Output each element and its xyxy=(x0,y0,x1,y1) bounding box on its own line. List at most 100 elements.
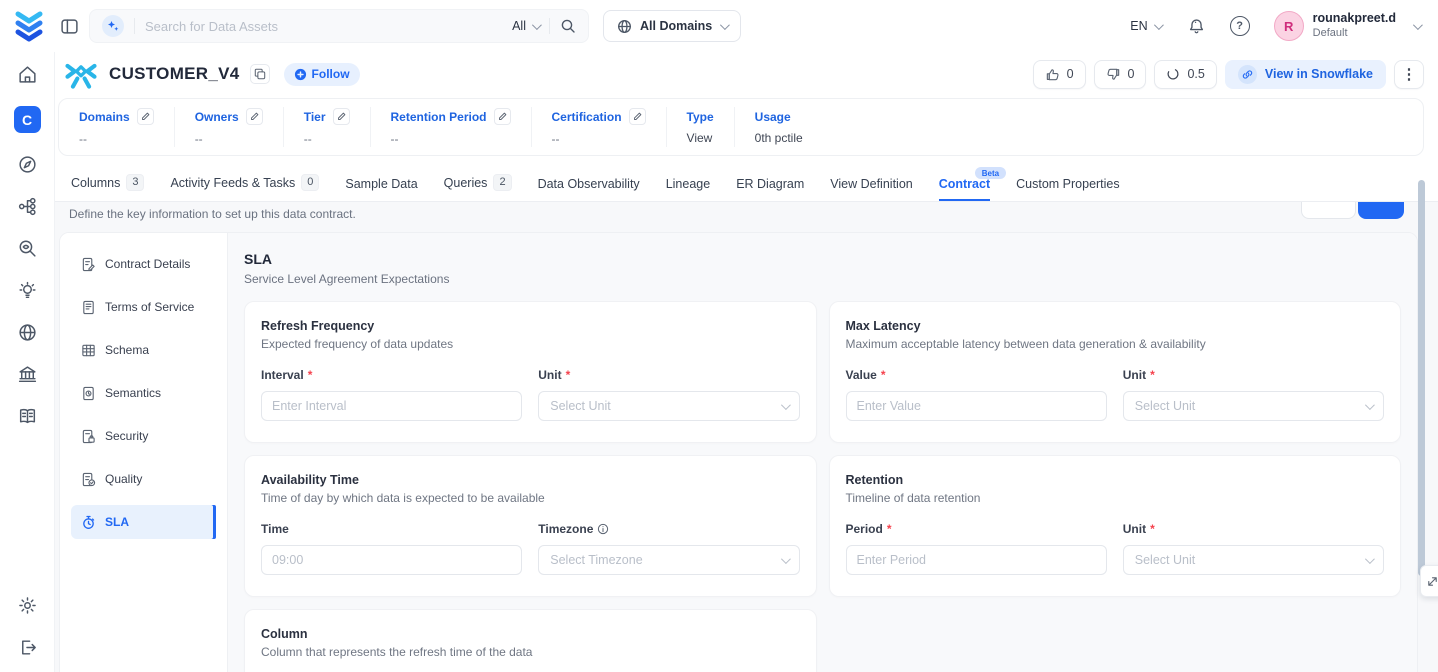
govern-bank-icon[interactable] xyxy=(17,364,38,385)
observability-search-icon[interactable] xyxy=(17,238,38,259)
contract-tab-content: Define the key information to set up thi… xyxy=(55,202,1438,672)
meta-owners: Owners -- xyxy=(175,107,284,147)
menu-schema[interactable]: Schema xyxy=(71,333,216,367)
tab-activity-feeds[interactable]: Activity Feeds & Tasks0 xyxy=(170,174,319,201)
edit-pencil-icon[interactable] xyxy=(246,108,263,125)
latency-unit-select[interactable]: Select Unit xyxy=(1123,391,1384,421)
edit-pencil-icon[interactable] xyxy=(494,108,511,125)
chevron-down-icon xyxy=(780,554,790,564)
view-in-snowflake-button[interactable]: View in Snowflake xyxy=(1225,60,1386,89)
card-availability-time: Availability Time Time of day by which d… xyxy=(244,455,817,597)
latency-value-input[interactable] xyxy=(846,391,1107,421)
availability-time-input[interactable] xyxy=(261,545,522,575)
semantics-icon xyxy=(81,386,96,401)
kebab-menu-icon[interactable]: ⋮ xyxy=(1394,60,1424,89)
upvote-button[interactable]: 0 xyxy=(1033,60,1086,89)
chevron-down-icon xyxy=(532,20,542,30)
tab-custom-properties[interactable]: Custom Properties xyxy=(1016,177,1120,201)
tab-queries[interactable]: Queries2 xyxy=(444,174,512,201)
card-column: Column Column that represents the refres… xyxy=(244,609,817,672)
meta-retention-period: Retention Period -- xyxy=(371,107,532,147)
search-input[interactable]: Search for Data Assets xyxy=(145,19,512,34)
snowflake-icon xyxy=(63,56,99,92)
chevron-down-icon xyxy=(1365,400,1375,410)
menu-security[interactable]: Security xyxy=(71,419,216,453)
tab-columns[interactable]: Columns3 xyxy=(71,174,144,201)
card-refresh-frequency: Refresh Frequency Expected frequency of … xyxy=(244,301,817,443)
meta-domains: Domains -- xyxy=(59,107,175,147)
edit-pencil-icon[interactable] xyxy=(333,108,350,125)
menu-sla[interactable]: SLA xyxy=(71,505,216,539)
meta-usage: Usage 0th pctile xyxy=(735,107,823,147)
tab-contract[interactable]: ContractBeta xyxy=(939,177,990,201)
interval-input[interactable] xyxy=(261,391,522,421)
user-profile-menu[interactable]: R rounakpreet.d Default xyxy=(1274,11,1420,41)
entity-metadata-card: Domains -- Owners -- Tier -- Retention P… xyxy=(58,98,1424,156)
lineage-hierarchy-icon[interactable] xyxy=(17,196,38,217)
chevron-down-icon xyxy=(1413,20,1423,30)
score-badge[interactable]: 0.5 xyxy=(1154,60,1216,89)
domains-globe-icon[interactable] xyxy=(17,322,38,343)
meta-certification: Certification -- xyxy=(532,107,667,147)
contract-description: Define the key information to set up thi… xyxy=(55,202,1438,226)
sidebar-toggle-icon[interactable] xyxy=(60,17,79,36)
entity-tabs: Columns3 Activity Feeds & Tasks0 Sample … xyxy=(55,166,1438,202)
insights-bulb-icon[interactable] xyxy=(17,280,38,301)
retention-period-input[interactable] xyxy=(846,545,1107,575)
thumbs-down-icon xyxy=(1106,67,1121,82)
follow-plus-icon xyxy=(294,68,307,81)
tab-sample-data[interactable]: Sample Data xyxy=(345,177,417,201)
tab-view-definition[interactable]: View Definition xyxy=(830,177,912,201)
sla-section: SLA Service Level Agreement Expectations… xyxy=(228,233,1417,672)
notifications-bell-icon[interactable] xyxy=(1187,17,1206,36)
explore-compass-icon[interactable] xyxy=(17,154,38,175)
user-name: rounakpreet.d xyxy=(1313,11,1396,27)
glossary-book-icon[interactable] xyxy=(17,406,38,427)
secondary-action-button[interactable] xyxy=(1301,202,1356,219)
logout-icon[interactable] xyxy=(17,637,38,658)
tab-data-observability[interactable]: Data Observability xyxy=(538,177,640,201)
page-title: CUSTOMER_V4 xyxy=(109,64,240,84)
edit-pencil-icon[interactable] xyxy=(137,108,154,125)
timezone-select[interactable]: Select Timezone xyxy=(538,545,799,575)
home-icon[interactable] xyxy=(17,64,38,85)
menu-contract-details[interactable]: Contract Details xyxy=(71,247,216,281)
tab-er-diagram[interactable]: ER Diagram xyxy=(736,177,804,201)
refresh-unit-select[interactable]: Select Unit xyxy=(538,391,799,421)
external-link-icon xyxy=(1238,65,1257,84)
language-dropdown[interactable]: EN xyxy=(1130,19,1160,33)
downvote-button[interactable]: 0 xyxy=(1094,60,1147,89)
edit-pencil-icon[interactable] xyxy=(629,108,646,125)
scrollbar[interactable] xyxy=(1418,180,1425,576)
menu-quality[interactable]: Quality xyxy=(71,462,216,496)
retention-unit-select[interactable]: Select Unit xyxy=(1123,545,1384,575)
terms-of-service-icon xyxy=(81,300,96,315)
sla-subtitle: Service Level Agreement Expectations xyxy=(244,272,1401,286)
card-max-latency: Max Latency Maximum acceptable latency b… xyxy=(829,301,1402,443)
follow-button[interactable]: Follow xyxy=(284,63,360,86)
menu-semantics[interactable]: Semantics xyxy=(71,376,216,410)
ai-sparkle-icon[interactable] xyxy=(102,15,124,37)
card-retention: Retention Timeline of data retention Per… xyxy=(829,455,1402,597)
search-icon[interactable] xyxy=(560,18,576,34)
all-domains-button[interactable]: All Domains xyxy=(603,10,741,42)
security-icon xyxy=(81,429,96,444)
copy-icon[interactable] xyxy=(250,64,270,84)
meta-tier: Tier -- xyxy=(284,107,371,147)
tab-lineage[interactable]: Lineage xyxy=(666,177,711,201)
thumbs-up-icon xyxy=(1045,67,1060,82)
search-scope-dropdown[interactable]: All xyxy=(512,19,539,33)
user-team: Default xyxy=(1313,27,1396,41)
primary-action-button[interactable] xyxy=(1358,202,1404,219)
schema-icon xyxy=(81,343,96,358)
chevron-down-icon xyxy=(1365,554,1375,564)
resize-handle-widget[interactable] xyxy=(1420,565,1438,597)
global-search-bar[interactable]: Search for Data Assets All xyxy=(89,9,589,43)
help-icon[interactable]: ? xyxy=(1230,16,1250,36)
app-c-icon[interactable]: C xyxy=(14,106,41,133)
meta-type: Type View xyxy=(667,107,735,147)
top-navbar: Search for Data Assets All All Domains E… xyxy=(0,0,1438,52)
menu-terms-of-service[interactable]: Terms of Service xyxy=(71,290,216,324)
settings-gear-icon[interactable] xyxy=(17,595,38,616)
avatar[interactable]: R xyxy=(1274,11,1304,41)
